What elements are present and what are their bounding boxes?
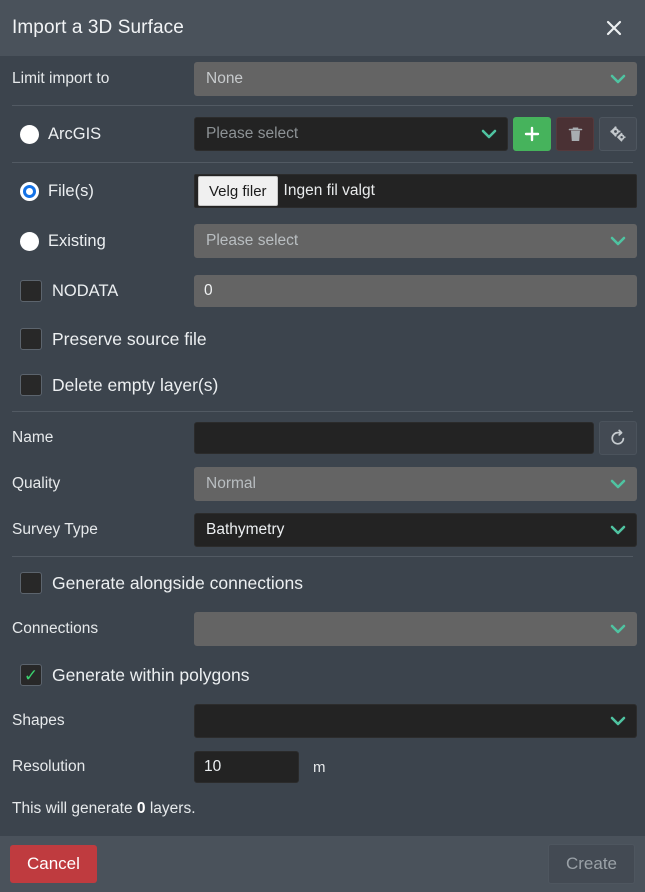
plus-icon [524,126,540,142]
name-row: Name [8,415,637,461]
quality-value: Normal [206,475,256,492]
survey-type-value: Bathymetry [206,521,285,538]
page-title: Import a 3D Surface [12,17,184,38]
dialog-titlebar: Import a 3D Surface [0,0,645,56]
dialog-body: Limit import to None ArcGIS Please selec… [0,56,645,836]
trash-icon [568,126,582,141]
checkbox-nodata[interactable]: ✓ [20,280,42,302]
gears-icon [610,126,626,142]
files-label: File(s) [48,181,94,200]
files-row: File(s) Velg filer Ingen fil valgt [8,166,637,216]
preserve-source-file-label: Preserve source file [52,328,207,349]
connections-label: Connections [12,620,99,637]
generate-alongside-connections-row[interactable]: ✓ Generate alongside connections [8,560,637,606]
name-label: Name [12,429,54,446]
chevron-down-icon [610,74,626,84]
preserve-source-file-row[interactable]: ✓ Preserve source file [8,316,637,362]
checkbox-generate-within-polygons[interactable]: ✓ [20,664,42,686]
close-icon[interactable] [597,11,631,45]
limit-import-value: None [206,70,244,87]
existing-select[interactable]: Please select [194,224,637,258]
connection-settings-button[interactable] [599,117,637,151]
existing-row: Existing Please select [8,216,637,266]
generation-summary: This will generate 0 layers. [8,790,637,818]
browse-files-button[interactable]: Velg filer [198,176,278,206]
delete-empty-layers-label: Delete empty layer(s) [52,374,219,395]
radio-files[interactable] [20,181,39,201]
survey-type-row: Survey Type Bathymetry [8,507,637,553]
quality-label: Quality [12,475,61,492]
files-radio-group[interactable]: File(s) [8,181,194,201]
summary-prefix: This will generate [12,800,137,817]
connections-select[interactable] [194,612,637,646]
divider [12,556,633,557]
existing-label: Existing [48,231,106,250]
checkbox-preserve-source-file[interactable]: ✓ [20,328,42,350]
divider [12,411,633,412]
limit-import-label: Limit import to [12,70,110,87]
existing-select-value: Please select [206,232,299,249]
generate-within-polygons-label: Generate within polygons [52,664,250,685]
delete-connection-button[interactable] [556,117,594,151]
existing-radio-group[interactable]: Existing [8,231,194,251]
connections-row: Connections [8,606,637,652]
checkbox-delete-empty-layers[interactable]: ✓ [20,374,42,396]
limit-import-select[interactable]: None [194,62,637,96]
checkbox-generate-alongside-connections[interactable]: ✓ [20,572,42,594]
nodata-value-input[interactable] [194,275,637,307]
summary-count: 0 [136,800,146,817]
resolution-input[interactable] [194,751,299,783]
name-input[interactable] [194,422,594,454]
chevron-down-icon [610,716,626,726]
reset-name-button[interactable] [599,421,637,455]
delete-empty-layers-row[interactable]: ✓ Delete empty layer(s) [8,362,637,408]
radio-existing[interactable] [20,231,39,251]
arcgis-row: ArcGIS Please select [8,109,637,159]
divider [12,162,633,163]
create-button[interactable]: Create [547,844,635,884]
chevron-down-icon [481,129,497,139]
resolution-row: Resolution m [8,744,637,790]
resolution-unit: m [313,758,326,776]
limit-import-row: Limit import to None [8,56,637,102]
survey-type-select[interactable]: Bathymetry [194,513,637,547]
cancel-button[interactable]: Cancel [10,845,97,883]
nodata-label: NODATA [52,281,119,300]
quality-select[interactable]: Normal [194,467,637,501]
dialog-footer: Cancel Create [0,836,645,892]
shapes-row: Shapes [8,698,637,744]
shapes-select[interactable] [194,704,637,738]
arcgis-select-value: Please select [206,125,299,142]
chevron-down-icon [610,624,626,634]
shapes-label: Shapes [12,712,65,729]
generate-within-polygons-row[interactable]: ✓ Generate within polygons [8,652,637,698]
generate-alongside-connections-label: Generate alongside connections [52,572,304,593]
survey-type-label: Survey Type [12,521,98,538]
resolution-label: Resolution [12,758,86,775]
chevron-down-icon [610,525,626,535]
arcgis-radio-group[interactable]: ArcGIS [8,124,194,144]
selected-file-status: Ingen fil valgt [283,182,375,199]
reset-icon [611,429,625,445]
chevron-down-icon [610,236,626,246]
arcgis-label: ArcGIS [48,124,102,143]
divider [12,105,633,106]
nodata-checkbox-group[interactable]: ✓ NODATA [8,280,194,302]
arcgis-select[interactable]: Please select [194,117,508,151]
import-3d-surface-dialog: Import a 3D Surface Limit import to None [0,0,645,892]
add-connection-button[interactable] [513,117,551,151]
file-input[interactable]: Velg filer Ingen fil valgt [194,174,637,208]
chevron-down-icon [610,479,626,489]
summary-suffix: layers. [145,800,196,817]
nodata-row: ✓ NODATA [8,266,637,316]
check-glyph: ✓ [23,665,39,685]
quality-row: Quality Normal [8,461,637,507]
radio-arcgis[interactable] [20,124,39,144]
